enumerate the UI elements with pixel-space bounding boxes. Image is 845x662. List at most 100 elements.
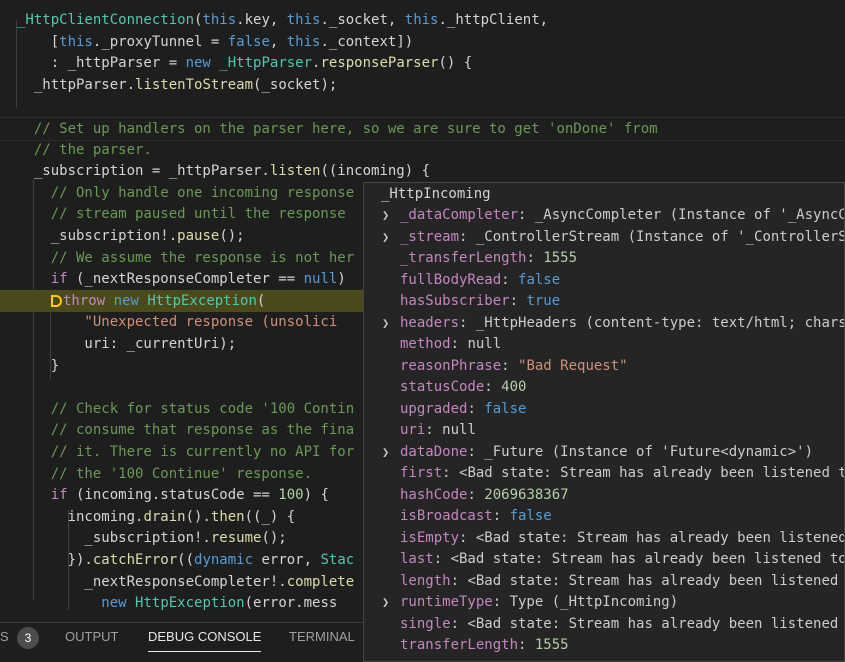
code-token: ((incoming) { [320,163,431,180]
code-token: then [210,508,245,525]
code-token: // stream paused until the response [17,206,346,223]
variable-row[interactable]: ❯ _dataCompleter: _AsyncCompleter (Instan… [364,205,844,227]
variable-row[interactable]: upgraded: false [364,399,844,421]
variable-row[interactable]: method: null [364,334,844,356]
variable-name: first [400,465,443,481]
variable-value: Type (_HttpIncoming) [509,594,679,610]
code-line: uri: _currentUri); [0,333,236,355]
variable-name: isBroadcast [400,508,493,524]
chevron-right-icon[interactable]: ❯ [382,227,389,249]
variable-row[interactable]: ❯ dataDone: _Future (Instance of 'Future<… [364,442,844,464]
code-token: (); [219,228,245,244]
variable-row[interactable]: ❯ _stream: _ControllerStream (Instance of… [364,227,844,249]
variable-row[interactable]: ❯ headers: _HttpHeaders (content-type: te… [364,313,844,335]
variable-value: 2069638367 [484,486,569,503]
variable-value: false [518,271,561,288]
code-token: ) { [303,487,329,504]
code-token: false [227,33,270,50]
code-token: // We assume the response is not her [17,249,355,266]
variable-name: last [400,551,434,567]
code-token: HttpException [147,292,257,309]
variable-name: runtimeType [400,594,493,610]
chevron-right-icon[interactable]: ❯ [382,592,389,614]
code-token: incoming. [17,508,144,525]
separator: : [459,314,476,331]
separator: : [442,465,460,481]
code-token: (_nextResponseCompleter == [67,271,304,288]
code-token: this [59,33,93,50]
code-line: // it. There is currently no API for [0,441,354,463]
code-token: ._socket, [320,12,405,28]
variable-row[interactable]: length: <Bad state: Stream has already b… [364,571,844,593]
variable-row[interactable]: hashCode: 2069638367 [364,485,844,507]
variable-row[interactable]: transferLength: 1555 [364,635,844,657]
code-token: responseParser [320,55,439,72]
code-token: error, [253,552,321,568]
code-line: } [0,355,59,377]
tab-debug-console[interactable]: DEBUG CONSOLE [148,623,262,652]
code-token: _HttpClientConnection [17,12,195,28]
code-token: new [185,55,211,72]
variable-value: _Future (Instance of 'Future<dynamic>') [484,443,814,460]
variable-row[interactable]: isBroadcast: false [364,506,844,528]
variable-row[interactable]: first: <Bad state: Stream has already be… [364,463,844,485]
variable-row[interactable]: fullBodyRead: false [364,270,844,292]
code-token: // Set up handlers on the parser here, s… [17,121,658,137]
variable-row[interactable]: ❯ runtimeType: Type (_HttpIncoming) [364,592,844,614]
code-token: _subscription!. [17,530,211,547]
variable-name: upgraded [400,400,468,417]
code-token: new [113,292,139,309]
variable-row[interactable]: reasonPhrase: "Bad Request" [364,356,844,378]
code-token: dynamic [194,552,254,568]
variable-value: "Bad Request" [518,357,628,374]
code-token: _subscription!. [17,228,178,244]
code-token: _subscription = _httpParser. [17,163,270,180]
tab-output[interactable]: OUTPUT [65,623,118,651]
variable-name: _stream [400,228,460,245]
variable-row[interactable]: uri: null [364,420,844,442]
code-line: // the parser. [0,139,152,161]
variable-name: headers [400,314,460,331]
variable-row[interactable]: single: <Bad state: Stream has already b… [364,614,844,636]
variable-row[interactable]: hasSubscriber: true [364,291,844,313]
variable-value: <Bad state: Stream has already been list… [475,529,845,546]
code-token: .key, [236,12,287,28]
separator: : [526,250,544,266]
variable-value: null [442,422,476,438]
chevron-right-icon[interactable]: ❯ [382,442,389,464]
separator: : [425,422,443,438]
chevron-right-icon[interactable]: ❯ [382,205,389,227]
separator: : [467,443,485,460]
variable-name: hashCode [400,486,468,503]
separator: : [467,400,485,417]
variable-name: single [400,615,451,632]
breakpoint-arrow-icon[interactable] [51,294,62,307]
variable-name: method [400,336,451,352]
code-token: ( [256,292,266,309]
code-line: // Set up handlers on the parser here, s… [0,117,845,141]
tab-terminal[interactable]: TERMINAL [289,623,355,651]
separator: : [518,207,535,223]
variable-row[interactable]: last: <Bad state: Stream has already bee… [364,549,844,571]
variable-value: <Bad state: Stream has already been list… [467,615,845,632]
variable-name: uri [400,422,426,438]
tab-problems-label[interactable]: S [0,623,9,651]
variable-name: transferLength [400,637,519,653]
variable-row[interactable]: isEmpty: <Bad state: Stream has already … [364,528,844,550]
chevron-right-icon[interactable]: ❯ [382,313,389,335]
code-token: : _httpParser = [17,55,186,72]
variable-value: <Bad state: Stream has already been list… [467,572,845,589]
code-token: this [404,12,439,28]
separator: : [433,551,451,567]
code-line: // the '100 Continue' response. [0,463,312,485]
variable-row[interactable]: statusCode: 400 [364,377,844,399]
code-line: // consume that response as the fina [0,419,354,441]
debug-hover-widget[interactable]: _HttpIncoming ❯ _dataCompleter: _AsyncCom… [363,182,845,662]
code-line: _httpParser.listenToStream(_socket); [0,74,337,96]
code-line: // We assume the response is not her [0,247,354,269]
code-token: HttpException [135,595,245,612]
variable-row[interactable]: _transferLength: 1555 [364,248,844,270]
code-token: throw [63,292,106,309]
variable-value: _AsyncCompleter (Instance of '_AsyncCom [534,207,845,223]
variable-name: statusCode [400,379,485,395]
